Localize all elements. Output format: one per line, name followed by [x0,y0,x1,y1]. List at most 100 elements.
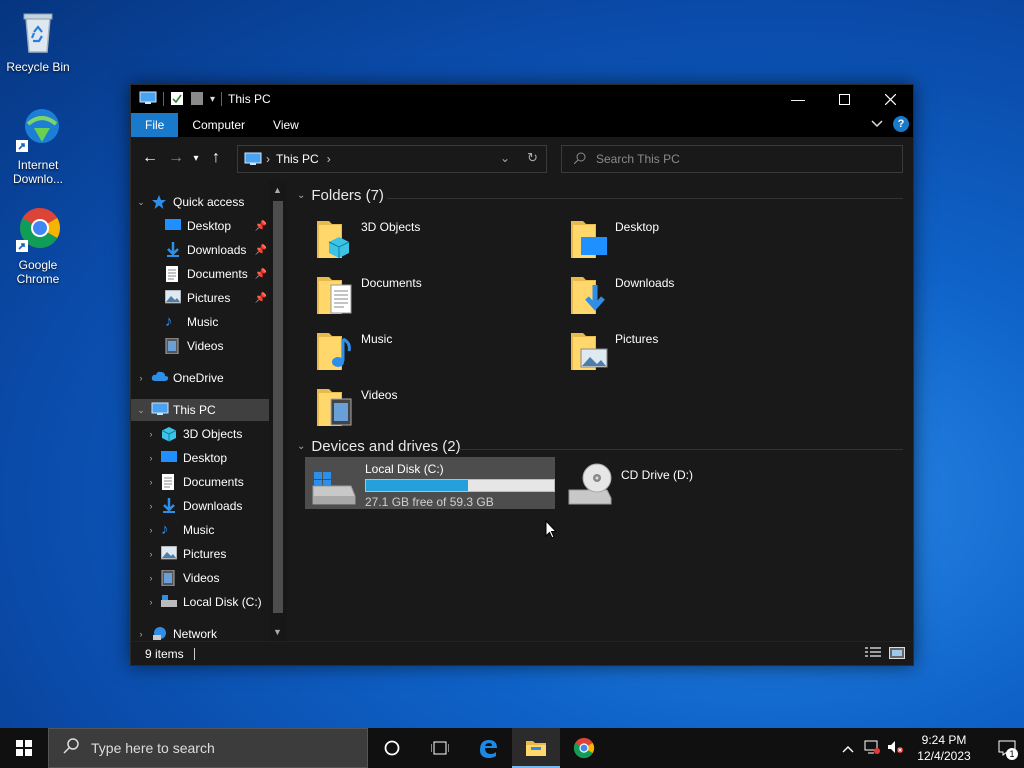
desktop-icon-internet-download-manager[interactable]: Internet Downlo... [0,106,76,186]
nav-quick-desktop[interactable]: Desktop 📌 [161,215,269,237]
minimize-button[interactable]: — [775,85,821,113]
pin-icon: 📌 [254,292,267,304]
recent-locations-button[interactable]: ▾ [189,145,203,171]
nav-pc-downloads[interactable]: › Downloads [145,495,242,517]
folder-documents[interactable]: Documents [301,271,541,321]
start-button[interactable] [0,728,48,768]
address-dropdown-icon[interactable]: ⌄ [500,151,510,165]
search-box[interactable]: Search This PC [561,145,903,173]
expand-chevron-icon[interactable]: › [145,429,157,439]
taskbar-edge[interactable] [464,728,512,768]
back-button[interactable]: ← [137,145,163,171]
arrow-right-icon: → [168,149,184,166]
nav-pc-3d-objects[interactable]: › 3D Objects [145,423,242,445]
nav-quick-music[interactable]: ♪ Music [161,311,218,333]
nav-quick-videos[interactable]: Videos [161,335,223,357]
cd-drive-icon [567,460,613,506]
up-button[interactable]: ↑ [203,145,229,171]
scroll-up-arrow-icon[interactable]: ▲ [273,185,282,195]
nav-pc-music[interactable]: › ♪ Music [145,519,215,541]
expand-chevron-icon[interactable]: › [135,629,147,639]
nav-this-pc[interactable]: ⌄ This PC [131,399,269,421]
expand-chevron-icon[interactable]: › [145,549,157,559]
show-hidden-icons-chevron-icon[interactable] [836,741,860,756]
devices-group-header[interactable]: ⌄ Devices and drives (2) [297,438,461,455]
nav-quick-access[interactable]: ⌄ Quick access [135,191,244,213]
breadcrumb-separator[interactable]: › [266,152,270,166]
desktop-icon-google-chrome[interactable]: Google Chrome [0,206,76,286]
tab-view[interactable]: View [259,113,313,137]
taskbar-file-explorer[interactable] [512,728,560,768]
nav-pc-local-disk[interactable]: › Local Disk (C:) [145,591,262,613]
scroll-down-arrow-icon[interactable]: ▼ [273,627,282,637]
star-icon [151,194,169,210]
folder-downloads[interactable]: Downloads [555,271,795,321]
nav-network[interactable]: › Network [135,623,217,641]
drive-local-disk-c[interactable]: Local Disk (C:) 27.1 GB free of 59.3 GB [305,457,555,509]
edge-icon [480,740,497,758]
cortana-button[interactable] [368,728,416,768]
nav-quick-documents[interactable]: Documents 📌 [161,263,269,285]
collapse-chevron-icon[interactable]: ⌄ [135,405,147,416]
expand-chevron-icon[interactable]: › [145,573,157,583]
collapse-chevron-icon[interactable]: ⌄ [135,197,147,208]
task-view-button[interactable] [416,728,464,768]
expand-chevron-icon[interactable]: › [135,373,147,383]
close-button[interactable] [867,85,913,113]
expand-chevron-icon[interactable]: › [145,525,157,535]
title-bar[interactable]: ▾ This PC — [131,85,913,113]
refresh-icon[interactable]: ↻ [527,150,538,166]
folders-group-header[interactable]: ⌄ Folders (7) [297,187,384,204]
expand-chevron-icon[interactable]: › [145,597,157,607]
folder-music[interactable]: Music [301,327,541,377]
scrollbar-thumb[interactable] [273,201,283,613]
taskbar-chrome[interactable] [560,728,608,768]
details-view-icon[interactable] [865,647,881,662]
tab-computer[interactable]: Computer [178,113,259,137]
maximize-button[interactable] [821,85,867,113]
breadcrumb-this-pc[interactable]: This PC [276,152,319,166]
desktop-icon-recycle-bin[interactable]: Recycle Bin [0,8,76,74]
drive-cd-d[interactable]: CD Drive (D:) [563,457,813,509]
expand-chevron-icon[interactable]: › [145,501,157,511]
new-folder-icon[interactable] [190,90,204,109]
nav-quick-downloads[interactable]: Downloads 📌 [161,239,269,261]
forward-button[interactable]: → [163,145,189,171]
collapse-chevron-icon[interactable]: ⌄ [297,441,305,452]
taskbar-search-box[interactable]: Type here to search [48,728,368,768]
document-icon [161,474,179,490]
nav-onedrive[interactable]: › OneDrive [135,367,224,389]
nav-pc-documents[interactable]: › Documents [145,471,244,493]
expand-chevron-icon[interactable]: › [145,453,157,463]
large-icons-view-icon[interactable] [889,647,905,662]
clock[interactable]: 9:24 PM 12/4/2023 [908,732,980,764]
nav-pane-scrollbar[interactable]: ▲ ▼ [269,181,287,641]
address-bar[interactable]: › This PC › ⌄ ↻ [237,145,547,173]
nav-label: Quick access [173,195,245,209]
help-button[interactable]: ? [893,116,909,132]
expand-ribbon-icon[interactable] [871,120,883,128]
nav-pc-desktop[interactable]: › Desktop [145,447,227,469]
picture-icon [164,289,183,306]
breadcrumb-chevron[interactable]: › [327,152,331,166]
nav-label: Downloads [187,243,247,257]
tab-file[interactable]: File [131,113,179,137]
cloud-icon [151,370,169,386]
computer-icon [151,402,169,418]
collapse-chevron-icon[interactable]: ⌄ [297,190,305,201]
customize-qat-icon[interactable]: ▾ [210,94,215,105]
volume-muted-icon[interactable] [884,740,908,757]
folder-3d-objects[interactable]: 3D Objects [301,215,541,265]
nav-quick-pictures[interactable]: Pictures 📌 [161,287,269,309]
folder-label: Documents [361,276,422,290]
folder-pictures[interactable]: Pictures [555,327,795,377]
properties-icon[interactable] [170,90,184,109]
nav-pc-pictures[interactable]: › Pictures [145,543,226,565]
folder-videos[interactable]: Videos [301,383,541,433]
hard-drive-icon [311,460,357,506]
nav-pc-videos[interactable]: › Videos [145,567,219,589]
expand-chevron-icon[interactable]: › [145,477,157,487]
network-icon[interactable] [860,740,884,757]
folder-desktop[interactable]: Desktop [555,215,795,265]
action-center-button[interactable]: 1 [990,728,1024,768]
